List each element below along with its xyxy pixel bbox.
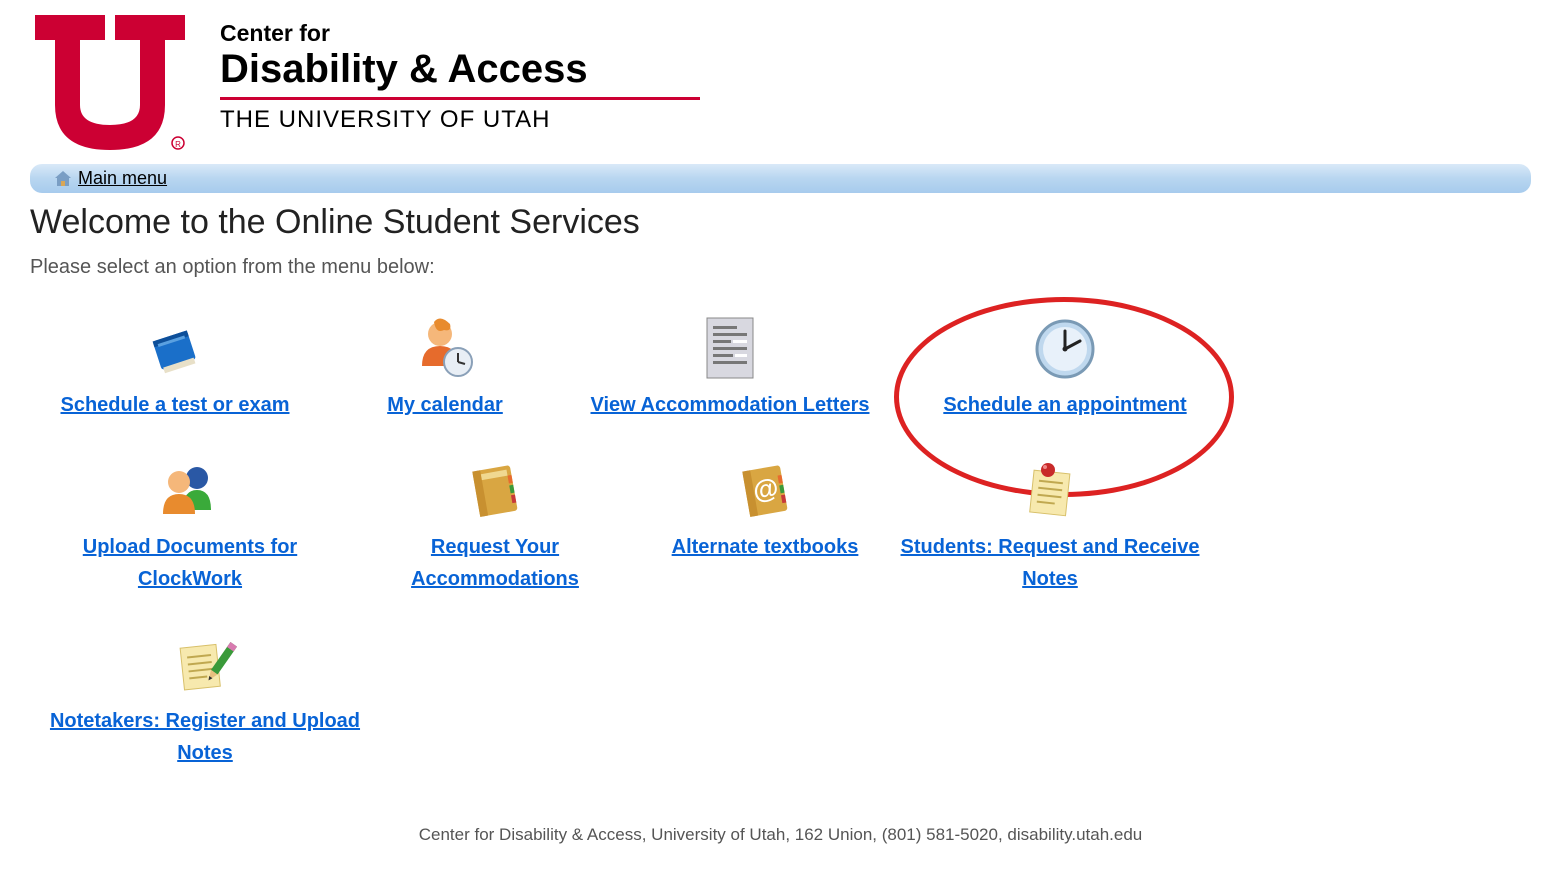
footer-text: Center for Disability & Access, Universi… (30, 825, 1531, 865)
menu-link-students-notes[interactable]: Students: Request and Receive Notes (890, 531, 1210, 595)
menu-item-schedule-appointment: Schedule an appointment (890, 313, 1240, 421)
main-menu-link[interactable]: Main menu (78, 168, 167, 189)
menu-item-view-letters: View Accommodation Letters (570, 313, 890, 421)
menu-item-my-calendar: My calendar (320, 313, 570, 421)
note-pencil-icon (30, 629, 380, 701)
clock-icon (890, 313, 1240, 385)
menu-link-my-calendar[interactable]: My calendar (387, 389, 503, 421)
header-divider (220, 97, 700, 100)
menu-item-students-notes: Students: Request and Receive Notes (890, 455, 1210, 595)
content-area: Welcome to the Online Student Services P… (0, 193, 1561, 885)
page-header: R Center for Disability & Access THE UNI… (0, 0, 1561, 160)
menu-link-schedule-appointment[interactable]: Schedule an appointment (943, 389, 1186, 421)
menu-item-notetakers: Notetakers: Register and Upload Notes (30, 629, 380, 769)
note-pin-icon (890, 455, 1210, 527)
book-icon (30, 313, 320, 385)
header-line1: Center for (220, 20, 700, 47)
people-icon (30, 455, 350, 527)
menu-item-schedule-test: Schedule a test or exam (30, 313, 320, 421)
document-icon (570, 313, 890, 385)
notebook-yellow-icon (350, 455, 640, 527)
header-text-block: Center for Disability & Access THE UNIVE… (220, 10, 700, 134)
menu-link-request-accommodations[interactable]: Request Your Accommodations (350, 531, 640, 595)
menu-link-alternate-textbooks[interactable]: Alternate textbooks (672, 531, 859, 563)
menu-link-notetakers[interactable]: Notetakers: Register and Upload Notes (30, 705, 380, 769)
header-line2: Disability & Access (220, 47, 700, 91)
university-logo-icon: R (30, 10, 190, 160)
page-title: Welcome to the Online Student Services (30, 203, 1531, 242)
menu-grid: Schedule a test or exam My calendar (30, 297, 1531, 795)
page-instruction: Please select an option from the menu be… (30, 256, 1531, 279)
menu-bar: Main menu (30, 164, 1531, 193)
header-line3: THE UNIVERSITY OF UTAH (220, 106, 700, 134)
menu-link-view-letters[interactable]: View Accommodation Letters (591, 389, 870, 421)
menu-item-alternate-textbooks: @ Alternate textbooks (640, 455, 890, 595)
notebook-at-icon: @ (640, 455, 890, 527)
menu-item-upload-documents: Upload Documents for ClockWork (30, 455, 350, 595)
menu-item-request-accommodations: Request Your Accommodations (350, 455, 640, 595)
menu-link-schedule-test[interactable]: Schedule a test or exam (61, 389, 290, 421)
menu-link-upload-documents[interactable]: Upload Documents for ClockWork (30, 531, 350, 595)
svg-text:@: @ (751, 472, 781, 506)
home-icon (54, 171, 72, 187)
svg-text:R: R (175, 140, 181, 149)
person-clock-icon (320, 313, 570, 385)
